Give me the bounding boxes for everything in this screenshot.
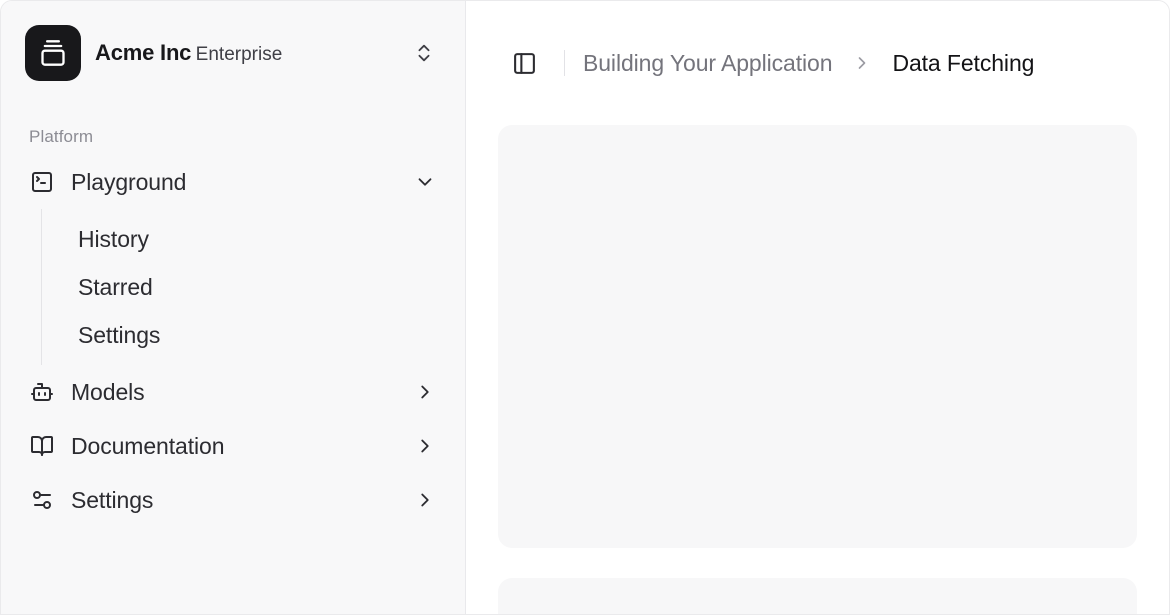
sidebar-group-platform: Platform Playground History Starred Sett…: [1, 119, 465, 527]
sidebar-subitem-label: History: [78, 225, 149, 252]
sidebar-subitem-starred[interactable]: Starred: [66, 263, 449, 311]
sidebar-item-models[interactable]: Models: [17, 365, 449, 419]
sidebar-item-label: Models: [71, 378, 145, 405]
sidebar-subitem-history[interactable]: History: [66, 215, 449, 263]
chevron-right-icon: [850, 51, 874, 75]
content-placeholder-secondary: [498, 578, 1137, 614]
breadcrumb-item-current: Data Fetching: [892, 49, 1035, 76]
sidebar-submenu-playground: History Starred Settings: [41, 209, 449, 365]
square-terminal-icon: [29, 169, 55, 195]
sidebar-subitem-label: Settings: [78, 321, 161, 348]
sidebar-item-label: Settings: [71, 486, 154, 513]
sidebar: Acme Inc Enterprise Platform Playground …: [1, 1, 466, 614]
bot-icon: [29, 379, 55, 405]
gallery-vertical-end-icon: [25, 25, 81, 81]
chevron-right-icon[interactable]: [413, 380, 437, 404]
team-info: Acme Inc Enterprise: [95, 40, 397, 66]
main-header: Building Your Application Data Fetching: [466, 1, 1169, 125]
chevron-right-icon[interactable]: [413, 488, 437, 512]
sidebar-item-label: Documentation: [71, 432, 225, 459]
breadcrumb: Building Your Application Data Fetching: [583, 50, 1034, 77]
sidebar-item-documentation[interactable]: Documentation: [17, 419, 449, 473]
chevron-right-icon[interactable]: [413, 434, 437, 458]
app-window: Acme Inc Enterprise Platform Playground …: [0, 0, 1170, 615]
panel-left-icon[interactable]: [506, 45, 542, 81]
settings-sliders-icon: [29, 487, 55, 513]
breadcrumb-item-parent[interactable]: Building Your Application: [583, 50, 833, 77]
chevron-down-icon[interactable]: [413, 170, 437, 194]
header-separator: [564, 50, 565, 76]
team-name: Acme Inc: [95, 40, 192, 66]
sidebar-item-label: Playground: [71, 168, 187, 195]
main-body: [466, 125, 1169, 614]
content-placeholder-primary: [498, 125, 1137, 548]
team-switcher-button[interactable]: Acme Inc Enterprise: [17, 17, 449, 89]
sidebar-item-settings[interactable]: Settings: [17, 473, 449, 527]
sidebar-group-label: Platform: [29, 127, 94, 146]
team-plan: Enterprise: [195, 44, 283, 66]
sidebar-header: Acme Inc Enterprise: [1, 5, 465, 97]
book-open-icon: [29, 433, 55, 459]
sidebar-item-playground[interactable]: Playground: [17, 155, 449, 209]
main-content: Building Your Application Data Fetching: [466, 1, 1169, 614]
chevrons-up-down-icon[interactable]: [411, 40, 437, 66]
sidebar-subitem-settings[interactable]: Settings: [66, 311, 449, 359]
sidebar-subitem-label: Starred: [78, 273, 153, 300]
